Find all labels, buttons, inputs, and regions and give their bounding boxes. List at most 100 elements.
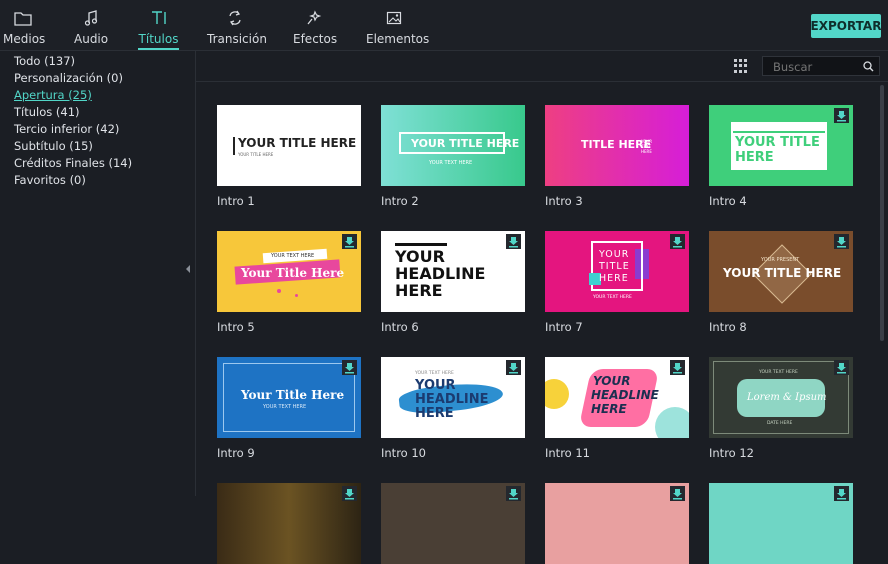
- category-favorites[interactable]: Favoritos (0): [14, 173, 86, 187]
- template-thumbnail[interactable]: TITLE HERE YOUR TEXT HERE: [545, 105, 689, 186]
- tab-elements[interactable]: Elementos: [366, 8, 429, 50]
- template-thumbnail[interactable]: [709, 483, 853, 564]
- download-icon[interactable]: [506, 360, 521, 375]
- thumbnail-text: DATE HERE: [767, 421, 793, 426]
- search-input[interactable]: [771, 59, 865, 75]
- tab-label: Audio: [74, 32, 109, 46]
- template-thumbnail[interactable]: YOUR TITLE HERE: [709, 105, 853, 186]
- template-caption: Intro 7: [545, 320, 583, 334]
- search-icon[interactable]: [863, 61, 874, 72]
- template-caption: Intro 6: [381, 320, 419, 334]
- template-caption: Intro 11: [545, 446, 590, 460]
- title-template-card[interactable]: YOUR HEADLINE HERE Intro 6: [381, 231, 525, 334]
- thumbnail-text: Your Title Here: [241, 266, 345, 280]
- title-template-card[interactable]: TITLE HERE YOUR TEXT HERE Intro 3: [545, 105, 689, 208]
- category-all[interactable]: Todo (137): [14, 54, 75, 68]
- title-template-card[interactable]: [545, 483, 689, 564]
- download-icon[interactable]: [506, 234, 521, 249]
- category-lower-third[interactable]: Tercio inferior (42): [14, 122, 119, 136]
- music-note-icon: [84, 10, 98, 26]
- grid-view-icon[interactable]: [734, 59, 748, 73]
- category-end-credits[interactable]: Créditos Finales (14): [14, 156, 132, 170]
- thumbnail-text: HERE: [591, 402, 627, 416]
- thumbnail-text: YOUR: [593, 374, 631, 388]
- category-titles[interactable]: Títulos (41): [14, 105, 80, 119]
- template-thumbnail[interactable]: [217, 483, 361, 564]
- thumbnail-text: HERE: [415, 406, 454, 421]
- download-icon[interactable]: [506, 486, 521, 501]
- tab-transitions[interactable]: Transición: [207, 8, 267, 50]
- search-box: [762, 56, 880, 76]
- tab-label: Transición: [207, 32, 267, 46]
- title-template-card[interactable]: YOUR HEADLINE HERE Intro 11: [545, 357, 689, 460]
- category-opening[interactable]: Apertura (25): [14, 88, 92, 102]
- thumbnail-text: HERE: [735, 150, 774, 165]
- title-template-card[interactable]: [381, 483, 525, 564]
- download-icon[interactable]: [834, 486, 849, 501]
- template-thumbnail[interactable]: YOUR HEADLINE HERE: [381, 231, 525, 312]
- thumbnail-text: HEADLINE: [591, 388, 659, 402]
- magic-wand-icon: [307, 10, 322, 25]
- collapse-sidebar-icon[interactable]: [186, 265, 190, 273]
- template-caption: Intro 12: [709, 446, 754, 460]
- title-template-card[interactable]: [709, 483, 853, 564]
- export-button[interactable]: EXPORTAR: [811, 14, 881, 38]
- thumbnail-text: YOUR TITLE HERE: [723, 266, 842, 280]
- template-thumbnail[interactable]: Your Title Here YOUR TEXT HERE: [217, 357, 361, 438]
- title-template-card[interactable]: YOUR TEXT HERE Your Title Here Intro 5: [217, 231, 361, 334]
- tab-label: Medios: [3, 32, 46, 46]
- template-caption: Intro 8: [709, 320, 747, 334]
- template-thumbnail[interactable]: YOUR TEXT HERE Lorem & Ipsum DATE HERE: [709, 357, 853, 438]
- template-caption: Intro 4: [709, 194, 747, 208]
- text-title-icon: [151, 11, 166, 24]
- template-thumbnail[interactable]: [381, 483, 525, 564]
- titles-library: YOUR TITLE HERE YOUR TITLE HERE Intro 1 …: [196, 51, 888, 564]
- thumbnail-text: HERE: [395, 281, 443, 300]
- thumbnail-text: YOUR TEXT HERE: [429, 160, 473, 166]
- download-icon[interactable]: [834, 108, 849, 123]
- active-tab-indicator: [138, 48, 179, 50]
- thumbnail-text: HERE: [599, 273, 629, 284]
- title-template-card[interactable]: YOUR TITLE HERE YOUR TEXT HERE Intro 7: [545, 231, 689, 334]
- download-icon[interactable]: [834, 360, 849, 375]
- title-template-card[interactable]: YOUR TITLE HERE YOUR TEXT HERE Intro 2: [381, 105, 525, 208]
- thumbnail-text: Your Title Here: [241, 388, 345, 402]
- title-template-card[interactable]: [217, 483, 361, 564]
- category-custom[interactable]: Personalización (0): [14, 71, 123, 85]
- template-thumbnail[interactable]: YOUR HEADLINE HERE: [545, 357, 689, 438]
- download-icon[interactable]: [670, 234, 685, 249]
- tab-media[interactable]: Medios: [3, 8, 46, 50]
- title-template-card[interactable]: YOUR TEXT HERE Lorem & Ipsum DATE HERE I…: [709, 357, 853, 460]
- template-caption: Intro 3: [545, 194, 583, 208]
- template-thumbnail[interactable]: [545, 483, 689, 564]
- title-template-card[interactable]: YOUR TITLE HERE Intro 4: [709, 105, 853, 208]
- thumbnail-text: YOUR TEXT HERE: [641, 139, 653, 154]
- template-caption: Intro 10: [381, 446, 426, 460]
- thumbnail-text: YOUR PRESENT: [761, 257, 800, 263]
- template-caption: Intro 2: [381, 194, 419, 208]
- download-icon[interactable]: [342, 360, 357, 375]
- transition-icon: [229, 10, 241, 26]
- template-thumbnail[interactable]: YOUR TEXT HERE Your Title Here: [217, 231, 361, 312]
- template-thumbnail[interactable]: YOUR TITLE HERE YOUR TEXT HERE: [545, 231, 689, 312]
- template-thumbnail[interactable]: YOUR TITLE HERE YOUR TITLE HERE: [217, 105, 361, 186]
- download-icon[interactable]: [834, 234, 849, 249]
- template-thumbnail[interactable]: YOUR TITLE HERE YOUR TEXT HERE: [381, 105, 525, 186]
- library-toolbar: [196, 51, 888, 82]
- title-template-card[interactable]: Your Title Here YOUR TEXT HERE Intro 9: [217, 357, 361, 460]
- download-icon[interactable]: [670, 360, 685, 375]
- tab-titles[interactable]: Títulos: [138, 8, 179, 50]
- download-icon[interactable]: [342, 486, 357, 501]
- title-template-card[interactable]: YOUR TITLE HERE YOUR TITLE HERE Intro 1: [217, 105, 361, 208]
- scrollbar-thumb[interactable]: [880, 85, 884, 341]
- download-icon[interactable]: [670, 486, 685, 501]
- tab-effects[interactable]: Efectos: [293, 8, 337, 50]
- title-template-card[interactable]: YOUR TEXT HERE YOUR HEADLINE HERE Intro …: [381, 357, 525, 460]
- template-thumbnail[interactable]: YOUR PRESENT YOUR TITLE HERE: [709, 231, 853, 312]
- category-subtitle[interactable]: Subtítulo (15): [14, 139, 93, 153]
- download-icon[interactable]: [342, 234, 357, 249]
- template-thumbnail[interactable]: YOUR TEXT HERE YOUR HEADLINE HERE: [381, 357, 525, 438]
- title-template-card[interactable]: YOUR PRESENT YOUR TITLE HERE Intro 8: [709, 231, 853, 334]
- tab-audio[interactable]: Audio: [74, 8, 108, 50]
- image-icon: [386, 11, 402, 25]
